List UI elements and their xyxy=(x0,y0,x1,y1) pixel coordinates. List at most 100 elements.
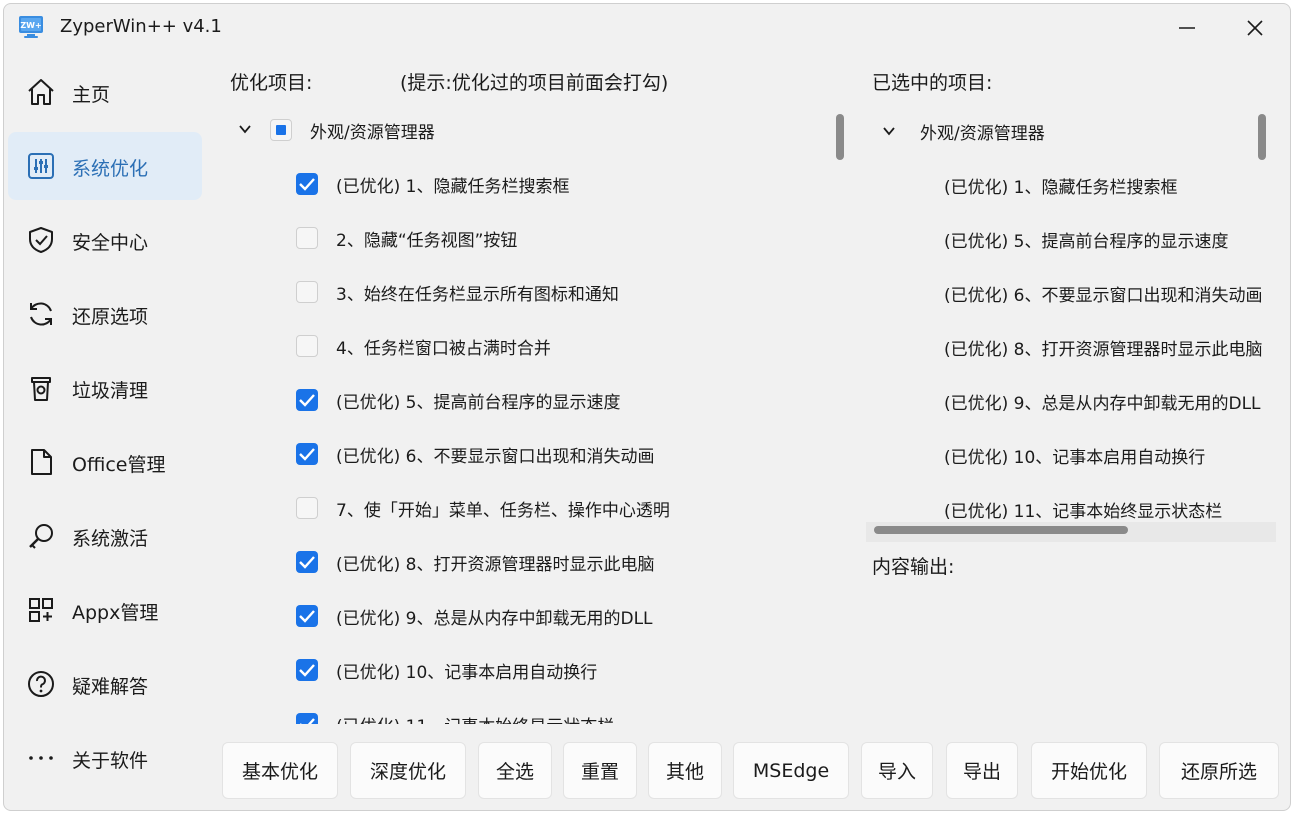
sidebar-item-security[interactable]: 安全中心 xyxy=(8,206,202,274)
item-checkbox[interactable] xyxy=(296,227,318,249)
sidebar-nav: 主页 系统优化 安全中心 还原选项 垃圾清理 Office管理 系统激活 App… xyxy=(4,54,212,810)
app-logo-icon: ZW+ xyxy=(19,16,43,38)
import-button[interactable]: 导入 xyxy=(861,742,933,799)
tree-group-row[interactable]: 外观/资源管理器 xyxy=(222,106,822,154)
optimize-hint: (提示:优化过的项目前面会打勾) xyxy=(400,72,669,94)
selected-header: 已选中的项目: xyxy=(872,72,993,94)
group-label: 外观/资源管理器 xyxy=(310,123,435,143)
sidebar-item-label: 还原选项 xyxy=(72,306,149,328)
list-item[interactable]: (已优化) 9、总是从内存中卸载无用的DLL xyxy=(866,376,1276,424)
list-item[interactable]: (已优化) 8、打开资源管理器时显示此电脑 xyxy=(222,538,822,586)
group-checkbox[interactable] xyxy=(270,119,292,141)
minimize-icon xyxy=(1179,27,1195,29)
sidebar-item-appx[interactable]: Appx管理 xyxy=(8,576,202,644)
msedge-button[interactable]: MSEdge xyxy=(733,742,849,799)
sidebar-item-label: 关于软件 xyxy=(72,750,149,772)
app-window: ZW+ ZyperWin++ v4.1 主页 系统优化 安全中心 还原选项 垃圾… xyxy=(3,3,1291,811)
list-item[interactable]: (已优化) 1、隐藏任务栏搜索框 xyxy=(866,160,1276,208)
reset-button[interactable]: 重置 xyxy=(563,742,637,799)
item-checkbox[interactable] xyxy=(296,173,318,195)
output-header: 内容输出: xyxy=(872,556,955,578)
optimize-scrollbar[interactable] xyxy=(836,114,844,160)
item-checkbox[interactable] xyxy=(296,551,318,573)
trash-icon xyxy=(31,377,51,401)
selected-tree[interactable]: 外观/资源管理器 (已优化) 1、隐藏任务栏搜索框 (已优化) 5、提高前台程序… xyxy=(866,104,1276,542)
sidebar-item-label: 主页 xyxy=(72,84,111,106)
item-label: 4、任务栏窗口被占满时合并 xyxy=(336,339,551,359)
export-button[interactable]: 导出 xyxy=(946,742,1018,799)
optimize-header: 优化项目: xyxy=(230,72,313,94)
sidebar-item-optimize[interactable]: 系统优化 xyxy=(8,132,202,200)
list-item[interactable]: (已优化) 8、打开资源管理器时显示此电脑 xyxy=(866,322,1276,370)
item-label: (已优化) 1、隐藏任务栏搜索框 xyxy=(944,178,1178,198)
item-checkbox[interactable] xyxy=(296,713,318,724)
tree-group-row[interactable]: 外观/资源管理器 xyxy=(866,106,1276,154)
item-label: 3、始终在任务栏显示所有图标和通知 xyxy=(336,285,619,305)
restore-selected-button[interactable]: 还原所选 xyxy=(1159,742,1279,799)
item-label: (已优化) 10、记事本启用自动换行 xyxy=(336,663,598,683)
item-label: (已优化) 5、提高前台程序的显示速度 xyxy=(336,393,621,413)
apps-icon xyxy=(29,598,53,622)
list-item[interactable]: (已优化) 11、记事本始终显示状态栏 xyxy=(222,700,822,724)
deep-optimize-button[interactable]: 深度优化 xyxy=(350,742,466,799)
sidebar-item-office[interactable]: Office管理 xyxy=(8,428,202,496)
close-button[interactable] xyxy=(1232,10,1278,46)
app-logo-text: ZW+ xyxy=(20,21,41,30)
sidebar-item-home[interactable]: 主页 xyxy=(8,58,202,126)
group-label: 外观/资源管理器 xyxy=(920,124,1045,144)
check-icon xyxy=(299,610,315,623)
sidebar-item-about[interactable]: 关于软件 xyxy=(8,724,202,792)
list-item[interactable]: (已优化) 6、不要显示窗口出现和消失动画 xyxy=(866,268,1276,316)
selected-vertical-scrollbar[interactable] xyxy=(1258,114,1266,160)
item-checkbox[interactable] xyxy=(296,659,318,681)
list-item[interactable]: 7、使「开始」菜单、任务栏、操作中心透明 xyxy=(222,484,822,532)
selected-horizontal-scrollbar[interactable] xyxy=(874,526,1128,534)
list-item[interactable]: (已优化) 1、隐藏任务栏搜索框 xyxy=(222,160,822,208)
chevron-down-icon[interactable] xyxy=(238,122,252,136)
sidebar-item-label: 疑难解答 xyxy=(72,676,149,698)
item-label: (已优化) 1、隐藏任务栏搜索框 xyxy=(336,177,570,197)
sidebar-item-cleanup[interactable]: 垃圾清理 xyxy=(8,354,202,422)
list-item[interactable]: (已优化) 10、记事本启用自动换行 xyxy=(222,646,822,694)
basic-optimize-button[interactable]: 基本优化 xyxy=(222,742,338,799)
list-item[interactable]: (已优化) 5、提高前台程序的显示速度 xyxy=(866,214,1276,262)
item-checkbox[interactable] xyxy=(296,605,318,627)
item-checkbox[interactable] xyxy=(296,335,318,357)
other-button[interactable]: 其他 xyxy=(648,742,722,799)
item-checkbox[interactable] xyxy=(296,443,318,465)
list-item[interactable]: 4、任务栏窗口被占满时合并 xyxy=(222,322,822,370)
optimize-tree[interactable]: 外观/资源管理器 (已优化) 1、隐藏任务栏搜索框 2、隐藏“任务视图”按钮 3… xyxy=(222,104,852,724)
minimize-button[interactable] xyxy=(1164,10,1210,46)
sidebar-item-restore[interactable]: 还原选项 xyxy=(8,280,202,348)
sidebar-item-help[interactable]: 疑难解答 xyxy=(8,650,202,718)
document-icon xyxy=(31,449,52,475)
list-item[interactable]: (已优化) 5、提高前台程序的显示速度 xyxy=(222,376,822,424)
check-icon xyxy=(299,556,315,569)
check-icon xyxy=(299,664,315,677)
sidebar-item-label: Office管理 xyxy=(72,454,166,476)
item-checkbox[interactable] xyxy=(296,281,318,303)
list-item[interactable]: 3、始终在任务栏显示所有图标和通知 xyxy=(222,268,822,316)
list-item[interactable]: (已优化) 6、不要显示窗口出现和消失动画 xyxy=(222,430,822,478)
close-icon xyxy=(1247,20,1263,36)
check-icon xyxy=(299,394,315,407)
item-label: (已优化) 8、打开资源管理器时显示此电脑 xyxy=(336,555,655,575)
select-all-button[interactable]: 全选 xyxy=(478,742,552,799)
sliders-icon xyxy=(28,153,54,179)
sidebar-item-label: 垃圾清理 xyxy=(72,380,149,402)
refresh-icon xyxy=(30,302,52,326)
home-icon xyxy=(28,79,54,105)
item-label: (已优化) 10、记事本启用自动换行 xyxy=(944,448,1206,468)
title-bar[interactable]: ZW+ ZyperWin++ v4.1 xyxy=(4,4,1290,52)
item-label: (已优化) 8、打开资源管理器时显示此电脑 xyxy=(944,340,1263,360)
list-item[interactable]: 2、隐藏“任务视图”按钮 xyxy=(222,214,822,262)
sidebar-item-label: 安全中心 xyxy=(72,232,149,254)
start-optimize-button[interactable]: 开始优化 xyxy=(1031,742,1147,799)
list-item[interactable]: (已优化) 10、记事本启用自动换行 xyxy=(866,430,1276,478)
item-label: (已优化) 9、总是从内存中卸载无用的DLL xyxy=(944,394,1261,414)
list-item[interactable]: (已优化) 9、总是从内存中卸载无用的DLL xyxy=(222,592,822,640)
item-checkbox[interactable] xyxy=(296,389,318,411)
chevron-down-icon[interactable] xyxy=(882,124,896,138)
sidebar-item-activation[interactable]: 系统激活 xyxy=(8,502,202,570)
item-checkbox[interactable] xyxy=(296,497,318,519)
